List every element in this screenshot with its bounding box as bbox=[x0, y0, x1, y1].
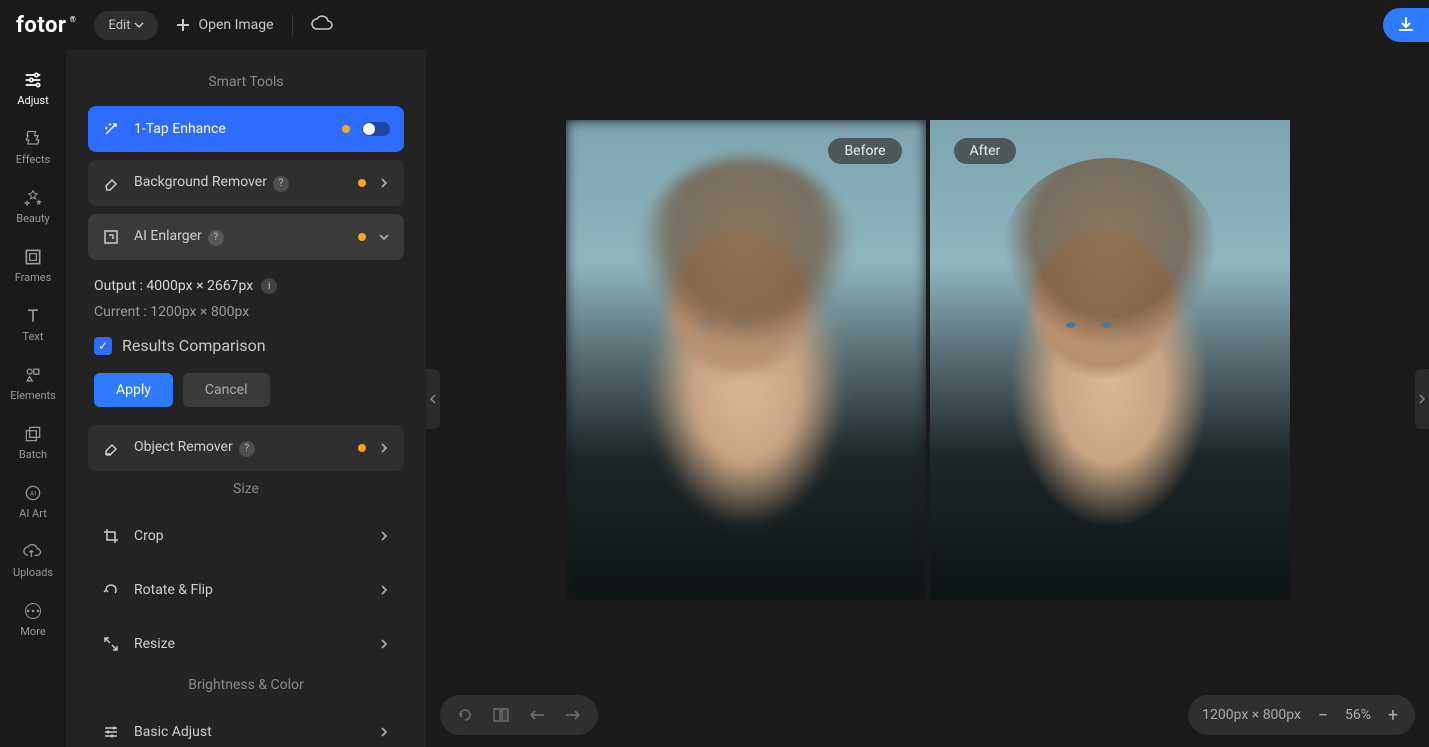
chevron-right-icon bbox=[378, 439, 390, 458]
adjust-icon bbox=[23, 70, 43, 90]
top-bar: fotor® Edit Open Image bbox=[0, 0, 1429, 50]
download-button[interactable] bbox=[1383, 8, 1429, 42]
effects-icon bbox=[23, 129, 43, 149]
nav-elements[interactable]: Elements bbox=[0, 357, 66, 410]
crop-icon bbox=[102, 527, 120, 545]
logo: fotor® bbox=[16, 13, 76, 38]
comparison-view: Before After bbox=[566, 120, 1290, 600]
uploads-icon bbox=[23, 542, 43, 562]
plus-icon bbox=[176, 18, 190, 32]
tool-resize[interactable]: Resize bbox=[88, 621, 404, 667]
collapse-panel-button[interactable] bbox=[426, 369, 440, 429]
current-label: Current : 1200px × 800px bbox=[94, 304, 398, 320]
nav-beauty[interactable]: Beauty bbox=[0, 180, 66, 233]
adjust-panel: Smart Tools 1-Tap Enhance Background Rem… bbox=[66, 50, 426, 747]
nav-ai-art[interactable]: AI AI Art bbox=[0, 475, 66, 528]
results-comparison-label: Results Comparison bbox=[122, 336, 266, 355]
enhance-toggle[interactable] bbox=[362, 122, 390, 136]
rotate-icon bbox=[102, 581, 120, 599]
chevron-down-icon bbox=[378, 228, 390, 247]
nav-adjust[interactable]: Adjust bbox=[0, 62, 66, 115]
zoom-level: 56% bbox=[1345, 707, 1371, 723]
cancel-button[interactable]: Cancel bbox=[183, 373, 270, 407]
tool-basic-adjust[interactable]: Basic Adjust bbox=[88, 709, 404, 747]
sliders-icon bbox=[102, 723, 120, 741]
cloud-icon bbox=[311, 15, 333, 31]
before-tag: Before bbox=[828, 138, 901, 164]
compare-button[interactable] bbox=[492, 706, 510, 724]
chevron-left-icon bbox=[429, 393, 437, 405]
next-button[interactable] bbox=[564, 708, 582, 722]
nav-more[interactable]: More bbox=[0, 593, 66, 646]
history-bar bbox=[440, 695, 598, 735]
eraser-icon bbox=[102, 174, 120, 192]
frames-icon bbox=[23, 247, 43, 267]
cloud-button[interactable] bbox=[311, 15, 333, 35]
open-image-button[interactable]: Open Image bbox=[176, 17, 273, 33]
tool-rotate-flip[interactable]: Rotate & Flip bbox=[88, 567, 404, 613]
chevron-right-icon bbox=[378, 723, 390, 742]
separator bbox=[292, 15, 293, 35]
help-icon[interactable]: ? bbox=[208, 230, 224, 246]
batch-icon bbox=[23, 424, 43, 444]
tool-crop[interactable]: Crop bbox=[88, 513, 404, 559]
tool-background-remover[interactable]: Background Remover? bbox=[88, 160, 404, 206]
before-image: Before bbox=[566, 120, 926, 600]
expand-right-button[interactable] bbox=[1415, 369, 1429, 429]
output-label: Output : 4000px × 2667px i bbox=[94, 278, 398, 294]
nav-frames[interactable]: Frames bbox=[0, 239, 66, 292]
resize-icon bbox=[102, 635, 120, 653]
brightness-title: Brightness & Color bbox=[88, 677, 404, 693]
nav-batch[interactable]: Batch bbox=[0, 416, 66, 469]
premium-dot bbox=[358, 444, 366, 452]
chevron-down-icon bbox=[134, 20, 144, 30]
chevron-right-icon bbox=[1418, 393, 1426, 405]
results-comparison-checkbox[interactable]: ✓ bbox=[94, 337, 112, 355]
apply-button[interactable]: Apply bbox=[94, 373, 173, 407]
left-nav: Adjust Effects Beauty Frames Text Elemen… bbox=[0, 50, 66, 747]
tool-object-remover[interactable]: Object Remover? bbox=[88, 425, 404, 471]
object-remover-icon bbox=[102, 439, 120, 457]
smart-tools-title: Smart Tools bbox=[88, 74, 404, 90]
size-title: Size bbox=[88, 481, 404, 497]
enlarge-icon bbox=[102, 228, 120, 246]
premium-dot bbox=[342, 125, 350, 133]
chevron-right-icon bbox=[378, 527, 390, 546]
text-icon bbox=[23, 306, 43, 326]
nav-uploads[interactable]: Uploads bbox=[0, 534, 66, 587]
beauty-icon bbox=[23, 188, 43, 208]
more-icon bbox=[23, 601, 43, 621]
zoom-out-button[interactable]: − bbox=[1315, 705, 1331, 726]
prev-button[interactable] bbox=[528, 708, 546, 722]
premium-dot bbox=[358, 179, 366, 187]
zoom-in-button[interactable]: + bbox=[1385, 705, 1401, 726]
nav-text[interactable]: Text bbox=[0, 298, 66, 351]
chevron-right-icon bbox=[378, 635, 390, 654]
help-icon[interactable]: ? bbox=[239, 441, 255, 457]
canvas-area: Before After 1200px × 800px − 56% + bbox=[426, 50, 1429, 747]
elements-icon bbox=[23, 365, 43, 385]
tool-ai-enlarger[interactable]: AI Enlarger? bbox=[88, 214, 404, 260]
ai-enlarger-body: Output : 4000px × 2667px i Current : 120… bbox=[88, 268, 404, 425]
ai-art-icon: AI bbox=[23, 483, 43, 503]
info-icon[interactable]: i bbox=[261, 278, 277, 294]
svg-text:AI: AI bbox=[30, 490, 36, 498]
after-tag: After bbox=[954, 138, 1017, 164]
zoom-bar: 1200px × 800px − 56% + bbox=[1188, 695, 1415, 735]
chevron-right-icon bbox=[378, 174, 390, 193]
after-image: After bbox=[930, 120, 1290, 600]
undo-button[interactable] bbox=[456, 706, 474, 724]
edit-dropdown[interactable]: Edit bbox=[94, 11, 158, 40]
tool-1tap-enhance[interactable]: 1-Tap Enhance bbox=[88, 106, 404, 152]
enhance-icon bbox=[102, 120, 120, 138]
canvas-dimensions: 1200px × 800px bbox=[1202, 707, 1301, 723]
nav-effects[interactable]: Effects bbox=[0, 121, 66, 174]
premium-dot bbox=[358, 233, 366, 241]
download-icon bbox=[1397, 16, 1415, 34]
chevron-right-icon bbox=[378, 581, 390, 600]
help-icon[interactable]: ? bbox=[273, 176, 289, 192]
